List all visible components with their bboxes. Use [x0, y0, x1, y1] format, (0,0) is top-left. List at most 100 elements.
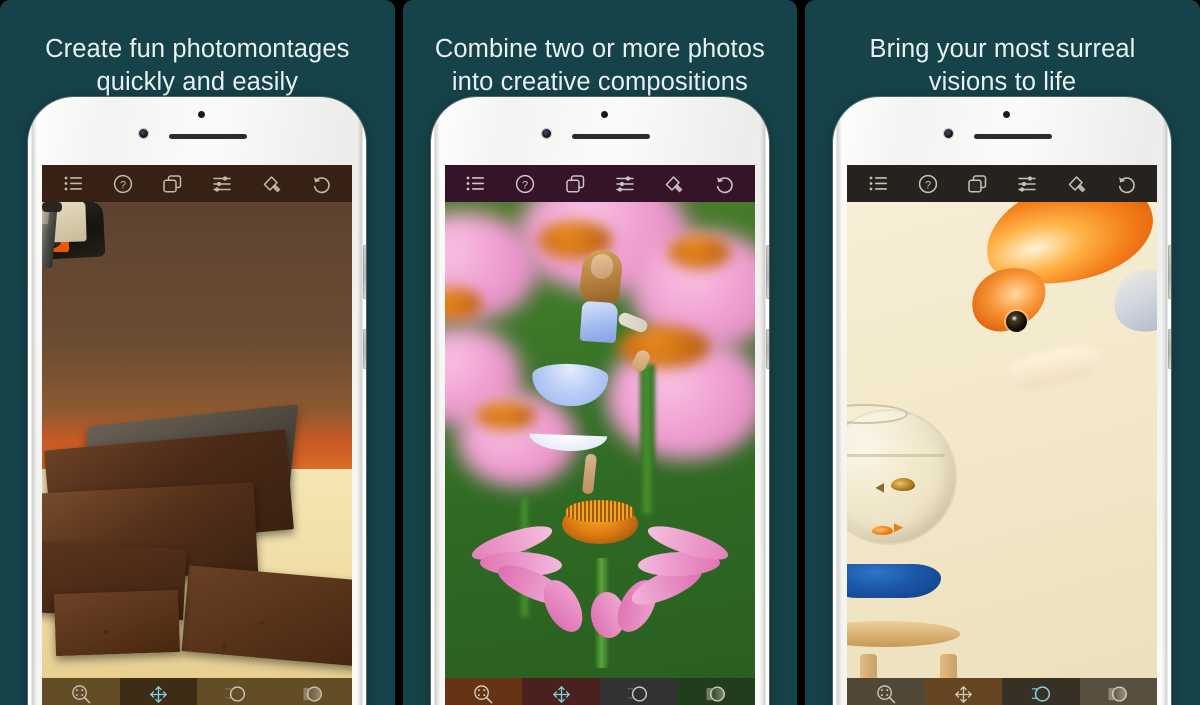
- sliders-icon: [213, 175, 231, 192]
- tool-unerase[interactable]: Unerase: [677, 678, 755, 705]
- headline-line-1: Combine two or more photos: [434, 35, 765, 64]
- erase-circle-icon: [1031, 686, 1050, 702]
- artwork-chocolate-worker: [42, 202, 353, 678]
- svg-text:?: ?: [522, 179, 528, 191]
- undo-icon: [716, 176, 733, 193]
- layers-button[interactable]: [153, 169, 191, 199]
- editor-canvas[interactable]: [444, 202, 755, 678]
- help-icon: ?: [516, 174, 535, 193]
- undo-button[interactable]: [302, 169, 340, 199]
- promo-panel-2: Combine two or more photos into creative…: [402, 0, 798, 705]
- menu-button[interactable]: [457, 169, 495, 199]
- tool-change-view[interactable]: Change View: [42, 678, 120, 705]
- layers-button[interactable]: [556, 169, 594, 199]
- help-button[interactable]: ?: [104, 169, 142, 199]
- phone-mockup: ?: [833, 97, 1172, 705]
- promo-panel-3: Bring your most surreal visions to life: [805, 0, 1200, 705]
- tool-erase[interactable]: Erase: [1002, 678, 1080, 705]
- help-icon: ?: [918, 174, 938, 193]
- sliders-icon: [1018, 175, 1036, 192]
- undo-button[interactable]: [1108, 169, 1146, 199]
- earpiece-speaker-icon: [974, 134, 1053, 139]
- phone-screen: ?: [444, 165, 755, 705]
- svg-text:?: ?: [120, 179, 126, 191]
- adjustments-button[interactable]: [203, 169, 241, 199]
- earpiece-speaker-icon: [169, 134, 248, 139]
- power-button[interactable]: [765, 245, 769, 299]
- headline-line-2: quickly and easily: [96, 67, 299, 96]
- editor-top-toolbar: ?: [444, 165, 755, 202]
- volume-button[interactable]: [765, 329, 769, 369]
- headline-line-1: Create fun photomontages: [45, 35, 350, 64]
- layers-icon: [565, 174, 584, 193]
- editor-top-toolbar: ?: [847, 165, 1158, 202]
- phone-top-hardware: [833, 97, 1171, 167]
- paint-button[interactable]: [655, 169, 693, 199]
- tool-erase[interactable]: Erase: [197, 678, 275, 705]
- artwork-dancer-flower: [444, 202, 755, 678]
- proximity-sensor-icon: [600, 111, 608, 118]
- move-arrows-icon: [150, 685, 167, 703]
- paint-roller-icon: [1068, 175, 1086, 192]
- paint-button[interactable]: [1058, 169, 1096, 199]
- unerase-circle-icon: [303, 686, 323, 702]
- earpiece-speaker-icon: [571, 134, 650, 139]
- tool-change-view[interactable]: Change View: [847, 678, 925, 705]
- phone-mockup: ?: [430, 97, 769, 705]
- paint-button[interactable]: [253, 169, 291, 199]
- headline-line-1: Bring your most surreal: [869, 35, 1136, 64]
- tool-move-top[interactable]: Move Top: [924, 678, 1003, 705]
- svg-text:?: ?: [925, 179, 931, 191]
- layers-icon: [163, 174, 182, 193]
- editor-canvas[interactable]: [847, 202, 1158, 678]
- tool-change-view[interactable]: Change View: [444, 678, 523, 705]
- list-icon: [869, 176, 887, 191]
- magnifier-dots-icon: [876, 684, 896, 704]
- help-button[interactable]: ?: [506, 169, 544, 199]
- page-title: Create fun photomontages quickly and eas…: [0, 33, 395, 98]
- sliders-icon: [615, 175, 634, 192]
- move-arrows-icon: [955, 685, 973, 703]
- tool-unerase[interactable]: Unerase: [274, 678, 353, 705]
- tool-unerase[interactable]: Unerase: [1079, 678, 1158, 705]
- page-title: Bring your most surreal visions to life: [805, 33, 1200, 98]
- proximity-sensor-icon: [198, 111, 206, 118]
- unerase-circle-icon: [1108, 686, 1128, 702]
- tool-erase[interactable]: Erase: [599, 678, 678, 705]
- headline-line-2: into creative compositions: [451, 67, 748, 96]
- artwork-goldfish-bowl: [847, 202, 1158, 678]
- layers-icon: [968, 174, 987, 193]
- layers-button[interactable]: [959, 169, 997, 199]
- promo-panel-1: Create fun photomontages quickly and eas…: [0, 0, 395, 705]
- magnifier-dots-icon: [71, 684, 90, 704]
- phone-screen: ?: [847, 165, 1158, 705]
- tool-move-top[interactable]: Move Top: [119, 678, 198, 705]
- list-icon: [466, 176, 485, 191]
- editor-canvas[interactable]: [42, 202, 353, 678]
- front-camera-icon: [139, 129, 149, 138]
- move-arrows-icon: [552, 685, 570, 703]
- undo-icon: [1118, 176, 1135, 193]
- power-button[interactable]: [363, 245, 367, 299]
- magnifier-dots-icon: [474, 684, 493, 704]
- app-store-screenshot-gallery: Create fun photomontages quickly and eas…: [0, 0, 1200, 705]
- menu-button[interactable]: [54, 169, 92, 199]
- power-button[interactable]: [1168, 245, 1172, 299]
- undo-button[interactable]: [705, 169, 743, 199]
- tool-move-top[interactable]: Move Top: [522, 678, 600, 705]
- help-button[interactable]: ?: [909, 169, 947, 199]
- list-icon: [64, 176, 82, 191]
- adjustments-button[interactable]: [606, 169, 644, 199]
- headline-line-2: visions to life: [928, 67, 1077, 96]
- undo-icon: [313, 176, 330, 193]
- volume-button[interactable]: [363, 329, 367, 369]
- proximity-sensor-icon: [1003, 111, 1011, 118]
- help-icon: ?: [113, 174, 132, 193]
- erase-circle-icon: [225, 686, 245, 702]
- phone-mockup: ?: [28, 97, 367, 705]
- menu-button[interactable]: [859, 169, 897, 199]
- adjustments-button[interactable]: [1008, 169, 1046, 199]
- paint-roller-icon: [666, 175, 683, 192]
- volume-button[interactable]: [1168, 329, 1172, 369]
- editor-top-toolbar: ?: [42, 165, 353, 202]
